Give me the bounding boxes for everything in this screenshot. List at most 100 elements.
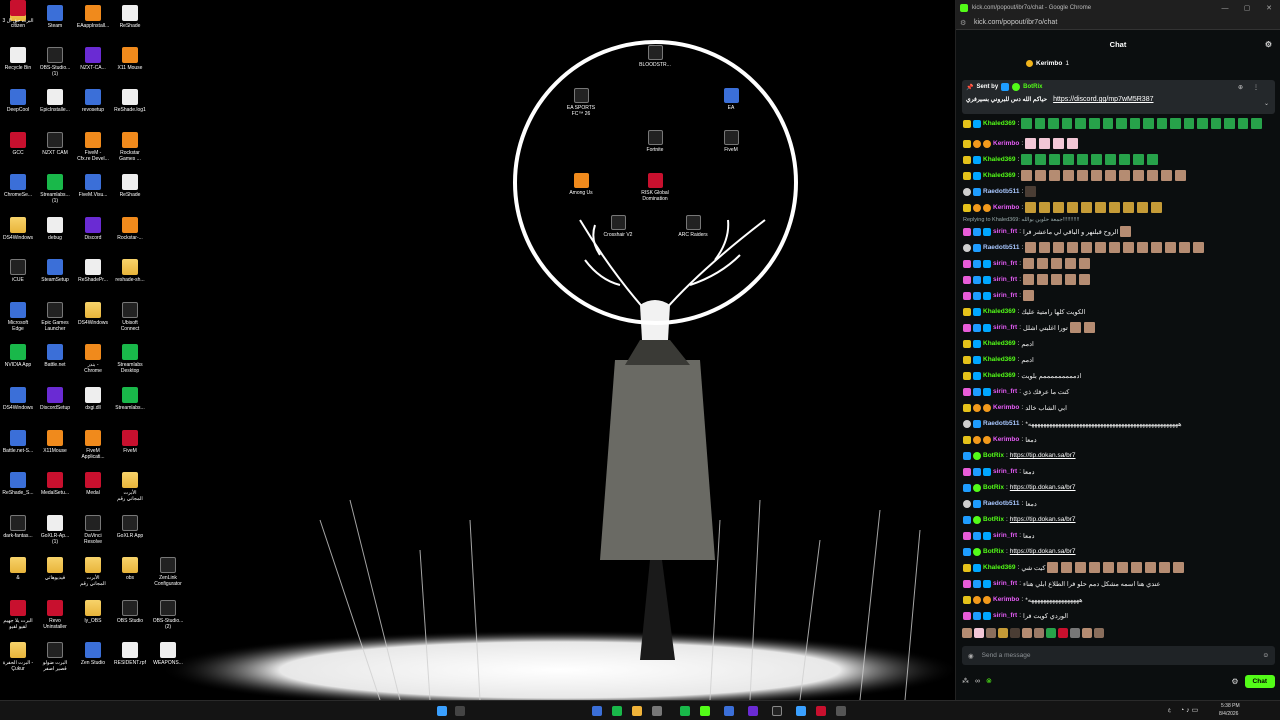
chat-message[interactable]: Kerimbo: bbox=[963, 200, 1263, 215]
desktop-icon[interactable]: DiscordSetup bbox=[36, 387, 74, 411]
desktop-icon[interactable]: البرت الحفرة - Çukur bbox=[0, 642, 37, 672]
desktop-icon[interactable]: SteamSetup bbox=[36, 259, 74, 283]
emote[interactable] bbox=[1075, 118, 1086, 129]
desktop-icon[interactable]: ReShade_S... bbox=[0, 472, 37, 496]
taskbar-app-8[interactable] bbox=[748, 706, 758, 716]
chat-message[interactable]: BotRix: https://tip.dokan.sa/br7 bbox=[963, 448, 1263, 463]
chat-username[interactable]: Khaled369 bbox=[983, 564, 1016, 571]
pinned-bot-name[interactable]: BotRix bbox=[1023, 84, 1042, 90]
quick-emote[interactable] bbox=[1034, 628, 1044, 638]
ring-shortcut[interactable]: FiveM bbox=[706, 130, 756, 153]
emote[interactable] bbox=[1237, 118, 1249, 129]
emote[interactable] bbox=[1095, 242, 1107, 253]
emote[interactable] bbox=[1034, 118, 1046, 129]
ring-shortcut[interactable]: Among Us bbox=[556, 173, 606, 196]
emote[interactable] bbox=[1224, 118, 1235, 129]
quick-emote[interactable] bbox=[962, 628, 972, 638]
desktop-icon[interactable]: Epic Games Launcher bbox=[36, 302, 74, 332]
chat-username[interactable]: sirin_frt bbox=[993, 532, 1017, 539]
chat-message[interactable]: sirin_frt: عندي هنا اسمه مشكل دمم حلو فرا… bbox=[963, 576, 1263, 591]
emote[interactable] bbox=[1039, 202, 1051, 213]
emote[interactable] bbox=[1025, 138, 1037, 149]
chat-username[interactable]: Khaled369 bbox=[983, 372, 1016, 379]
desktop-icon[interactable]: Rockstar Games ... bbox=[111, 132, 149, 162]
emote[interactable] bbox=[1119, 170, 1131, 181]
emote[interactable] bbox=[1179, 242, 1191, 253]
emote[interactable] bbox=[1089, 118, 1100, 129]
desktop-icon[interactable]: البرت ضولو قصير اصفر bbox=[36, 642, 74, 672]
chat-message[interactable]: sirin_frt: كنت ما عرفك ذي bbox=[963, 384, 1263, 399]
emote[interactable] bbox=[1051, 258, 1063, 269]
chat-message[interactable]: Khaled369: الكويت كلها رامتية عليك bbox=[963, 304, 1263, 319]
taskbar-app-6[interactable] bbox=[700, 706, 710, 716]
emote[interactable] bbox=[1049, 170, 1061, 181]
quick-emote[interactable] bbox=[1022, 628, 1032, 638]
emote[interactable] bbox=[1067, 242, 1079, 253]
desktop-icon[interactable]: NZXT-CA... bbox=[74, 47, 112, 71]
ring-shortcut[interactable]: BLOODSTR... bbox=[630, 45, 680, 68]
chat-settings-icon[interactable]: ⚙ bbox=[1231, 677, 1238, 686]
desktop-icon[interactable]: EpicInstalle... bbox=[36, 89, 74, 113]
chat-username[interactable]: sirin_frt bbox=[993, 276, 1017, 283]
ring-shortcut[interactable]: Crosshair V2 bbox=[593, 215, 643, 238]
desktop-icon[interactable]: ChromeSe... bbox=[0, 174, 37, 198]
emote[interactable] bbox=[1210, 118, 1222, 129]
desktop-icon[interactable]: dxgi.dll bbox=[74, 387, 112, 411]
emote[interactable] bbox=[1147, 154, 1159, 165]
chat-message[interactable]: Khaled369: bbox=[963, 152, 1263, 167]
desktop-icon[interactable]: Streamlabs... bbox=[111, 387, 149, 411]
clock-date[interactable]: 8/4/2026 bbox=[1219, 711, 1238, 717]
ring-shortcut[interactable]: RISK Global Domination bbox=[630, 173, 680, 202]
desktop-icon[interactable]: DS4Windows bbox=[74, 302, 112, 326]
quick-emote[interactable] bbox=[974, 628, 984, 638]
desktop-icon[interactable]: Recycle Bin bbox=[0, 47, 37, 71]
desktop-icon[interactable]: & bbox=[0, 557, 37, 581]
chat-username[interactable]: sirin_frt bbox=[993, 228, 1017, 235]
chat-username[interactable]: Khaled369 bbox=[983, 356, 1016, 363]
emote[interactable] bbox=[1063, 154, 1075, 165]
emote[interactable] bbox=[1175, 170, 1187, 181]
emote[interactable] bbox=[1039, 138, 1051, 149]
emote[interactable] bbox=[1170, 118, 1181, 129]
emote-picker-icon[interactable]: ⁂ bbox=[962, 677, 969, 685]
quick-emote[interactable] bbox=[1094, 628, 1104, 638]
taskbar-app-2[interactable] bbox=[612, 706, 622, 716]
desktop-icon[interactable]: ly_OBS bbox=[74, 600, 112, 624]
emote[interactable] bbox=[1053, 242, 1065, 253]
emote[interactable] bbox=[1081, 202, 1093, 213]
emote[interactable] bbox=[1048, 118, 1059, 129]
emote[interactable] bbox=[1083, 322, 1095, 333]
ring-shortcut[interactable]: EA SPORTS FC™ 26 bbox=[556, 88, 606, 117]
desktop-icon[interactable]: MedalSetu... bbox=[36, 472, 74, 496]
desktop-icon[interactable]: GoXLR-Ap... (1) bbox=[36, 515, 74, 545]
desktop-icon[interactable]: EAappInstall... bbox=[74, 5, 112, 29]
chat-message[interactable]: Khaled369: ادمم bbox=[963, 352, 1263, 367]
kick-points-icon[interactable]: ⊗ bbox=[986, 677, 992, 685]
desktop-icon[interactable]: revosetup bbox=[74, 89, 112, 113]
chat-message[interactable]: Khaled369: ادمم bbox=[963, 336, 1263, 351]
desktop-icon[interactable]: الأبرت المجاني رقم bbox=[74, 557, 112, 587]
emote[interactable] bbox=[1123, 242, 1135, 253]
desktop-icon[interactable]: ZenLink Configurator bbox=[149, 557, 187, 587]
desktop-icon[interactable]: فيديوهاتي bbox=[36, 557, 74, 581]
search-icon[interactable] bbox=[455, 706, 465, 716]
quick-emote[interactable] bbox=[998, 628, 1008, 638]
quick-emote[interactable] bbox=[986, 628, 996, 638]
taskbar-app-11[interactable] bbox=[816, 706, 826, 716]
quick-emote[interactable] bbox=[1082, 628, 1092, 638]
taskbar-app-5[interactable] bbox=[680, 706, 690, 716]
emote[interactable] bbox=[1165, 242, 1177, 253]
clock-time[interactable]: 5:38 PM bbox=[1221, 703, 1240, 709]
chat-link[interactable]: https://tip.dokan.sa/br7 bbox=[1010, 452, 1076, 459]
quick-emote[interactable] bbox=[1010, 628, 1020, 638]
desktop-icon[interactable]: Medal bbox=[74, 472, 112, 496]
desktop-icon[interactable]: FiveM Applicati... bbox=[74, 430, 112, 460]
windows-start-icon[interactable] bbox=[437, 706, 447, 716]
desktop-icon[interactable]: Battle.net bbox=[36, 344, 74, 368]
emote[interactable] bbox=[1061, 562, 1073, 573]
desktop-icon[interactable]: iCUE bbox=[0, 259, 37, 283]
emote[interactable] bbox=[1067, 202, 1079, 213]
chat-messages[interactable]: Replying to Khaled369: جمعة حلوين بوالله… bbox=[963, 116, 1278, 643]
desktop-icon[interactable]: ReShade bbox=[111, 5, 149, 29]
emote[interactable] bbox=[1023, 290, 1035, 301]
